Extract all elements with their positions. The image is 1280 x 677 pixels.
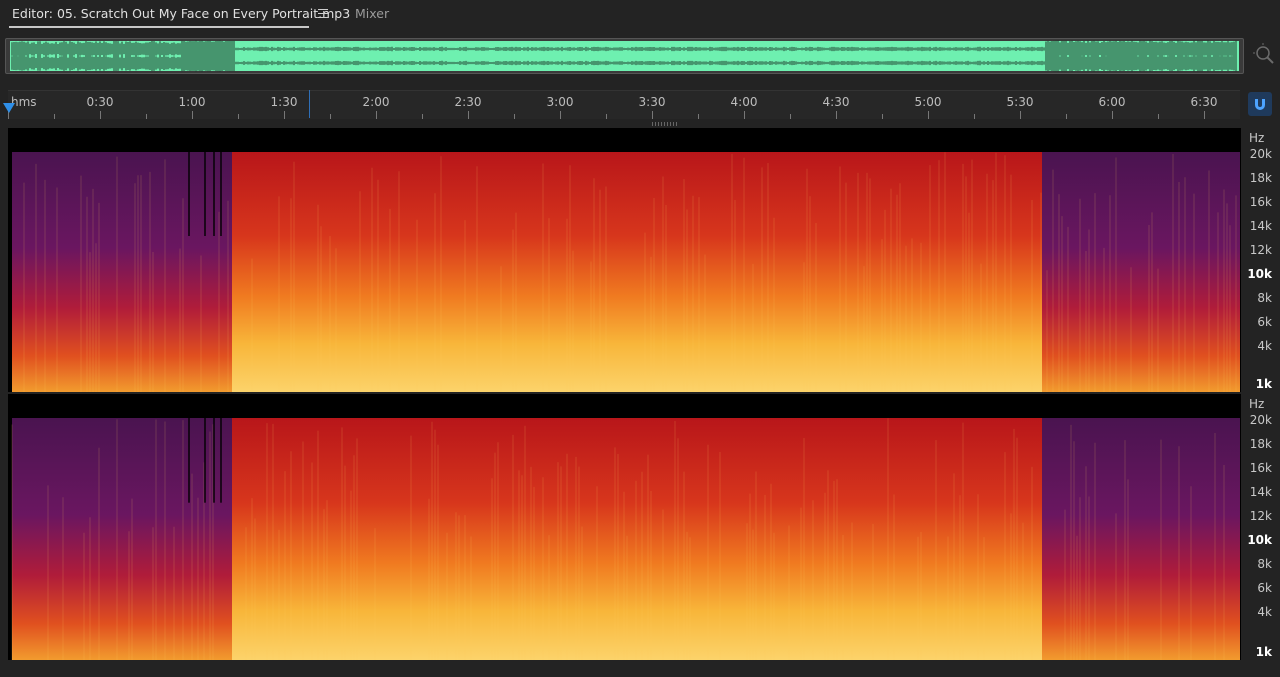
ruler-tick	[376, 111, 377, 119]
ruler-tick	[836, 111, 837, 119]
tab-mixer[interactable]: Mixer	[355, 6, 389, 21]
ruler-tick	[606, 114, 607, 119]
hz-label: 18k	[1250, 171, 1272, 185]
panel-tab-bar: Editor: 05. Scratch Out My Face on Every…	[0, 0, 1280, 32]
ruler-tick	[1112, 111, 1113, 119]
frequency-scale-right: Hz 20k 18k 16k 14k 12k 10k 8k 6k 4k 1k	[1241, 394, 1280, 660]
panel-resize-handle[interactable]	[652, 122, 678, 126]
ruler-label: 3:30	[639, 95, 666, 109]
hz-label: 4k	[1257, 605, 1272, 619]
hz-label: 10k	[1247, 533, 1272, 547]
ruler-label: 1:30	[271, 95, 298, 109]
hz-label: 1k	[1256, 377, 1272, 391]
hz-label: 18k	[1250, 437, 1272, 451]
frequency-scale-left: Hz 20k 18k 16k 14k 12k 10k 8k 6k 4k 1k	[1241, 128, 1280, 392]
spectrogram-right	[8, 394, 1241, 660]
spectrogram-dropout	[188, 418, 190, 503]
ruler-tick	[652, 111, 653, 119]
ruler-tick	[1204, 111, 1205, 119]
ruler-tick	[330, 114, 331, 119]
ruler-label: 3:00	[547, 95, 574, 109]
spectrogram-segment	[1222, 152, 1240, 392]
overview-waveform	[6, 39, 1243, 73]
spectrogram-dropout	[220, 418, 222, 503]
hz-label: 1k	[1256, 645, 1272, 659]
panel-bottom-edge	[0, 660, 1280, 677]
tab-editor[interactable]: Editor: 05. Scratch Out My Face on Every…	[12, 6, 350, 21]
hz-label: 10k	[1247, 267, 1272, 281]
ruler-label: 6:00	[1099, 95, 1126, 109]
spectrogram-dropout	[204, 152, 206, 236]
hz-label: 4k	[1257, 339, 1272, 353]
ruler-tick	[468, 111, 469, 119]
hz-label: 6k	[1257, 315, 1272, 329]
spectrogram-dropout	[213, 418, 215, 503]
ruler-tick	[882, 114, 883, 119]
ruler-tick	[238, 114, 239, 119]
ruler-tick	[1158, 114, 1159, 119]
spectrogram-channel-left[interactable]	[8, 128, 1241, 392]
zoom-magnifier-icon[interactable]	[1253, 43, 1275, 65]
ruler-tick	[422, 114, 423, 119]
spectrogram-dropout	[220, 152, 222, 236]
hz-unit-label: Hz	[1249, 397, 1264, 411]
ruler-tick	[284, 111, 285, 119]
waveform-overview[interactable]	[5, 38, 1244, 74]
magnet-snap-icon[interactable]	[1248, 92, 1272, 116]
ruler-tick	[514, 114, 515, 119]
ruler-tick	[146, 114, 147, 119]
spectrogram-dropout	[213, 152, 215, 236]
time-cursor-marker	[309, 90, 310, 118]
hz-label: 14k	[1250, 485, 1272, 499]
ruler-tick	[698, 114, 699, 119]
ruler-label: 2:30	[455, 95, 482, 109]
spectrogram-left	[8, 128, 1241, 392]
ruler-label: 5:30	[1007, 95, 1034, 109]
ruler-tick	[54, 114, 55, 119]
spectrogram-dropout	[188, 152, 190, 236]
hz-label: 20k	[1250, 147, 1272, 161]
ruler-tick	[928, 111, 929, 119]
ruler-tick	[974, 114, 975, 119]
spectrogram-segment	[12, 152, 182, 392]
ruler-tick	[192, 111, 193, 119]
ruler-label: 5:00	[915, 95, 942, 109]
ruler-tick	[790, 114, 791, 119]
hz-label: 16k	[1250, 461, 1272, 475]
ruler-label: 4:00	[731, 95, 758, 109]
hz-label: 8k	[1257, 557, 1272, 571]
spectrogram-segment	[1042, 418, 1222, 660]
hamburger-menu-icon[interactable]	[318, 9, 328, 18]
ruler-tick	[1066, 114, 1067, 119]
ruler-tick	[1020, 111, 1021, 119]
hz-label: 12k	[1250, 509, 1272, 523]
ruler-tick	[560, 111, 561, 119]
hz-label: 6k	[1257, 581, 1272, 595]
ruler-label: 6:30	[1191, 95, 1218, 109]
ruler-tick	[744, 111, 745, 119]
hz-label: 12k	[1250, 243, 1272, 257]
spectrogram-channel-right[interactable]	[8, 394, 1241, 660]
ruler-label: 0:30	[87, 95, 114, 109]
playhead-icon[interactable]	[3, 103, 15, 113]
spectrogram-dropout	[204, 418, 206, 503]
spectrogram-segment	[1042, 152, 1222, 392]
hz-label: 20k	[1250, 413, 1272, 427]
hz-label: 14k	[1250, 219, 1272, 233]
ruler-label: 4:30	[823, 95, 850, 109]
ruler-tick	[100, 111, 101, 119]
hz-label: 16k	[1250, 195, 1272, 209]
active-tab-indicator	[9, 26, 309, 28]
ruler-label: 2:00	[363, 95, 390, 109]
spectrogram-segment	[1222, 418, 1240, 660]
timeline-ruler[interactable]: hms 0:30 1:00 1:30 2:00 2:30 3:00 3:30 4:00 4:30…	[8, 90, 1240, 119]
hz-label: 8k	[1257, 291, 1272, 305]
hz-unit-label: Hz	[1249, 131, 1264, 145]
ruler-label: 1:00	[179, 95, 206, 109]
